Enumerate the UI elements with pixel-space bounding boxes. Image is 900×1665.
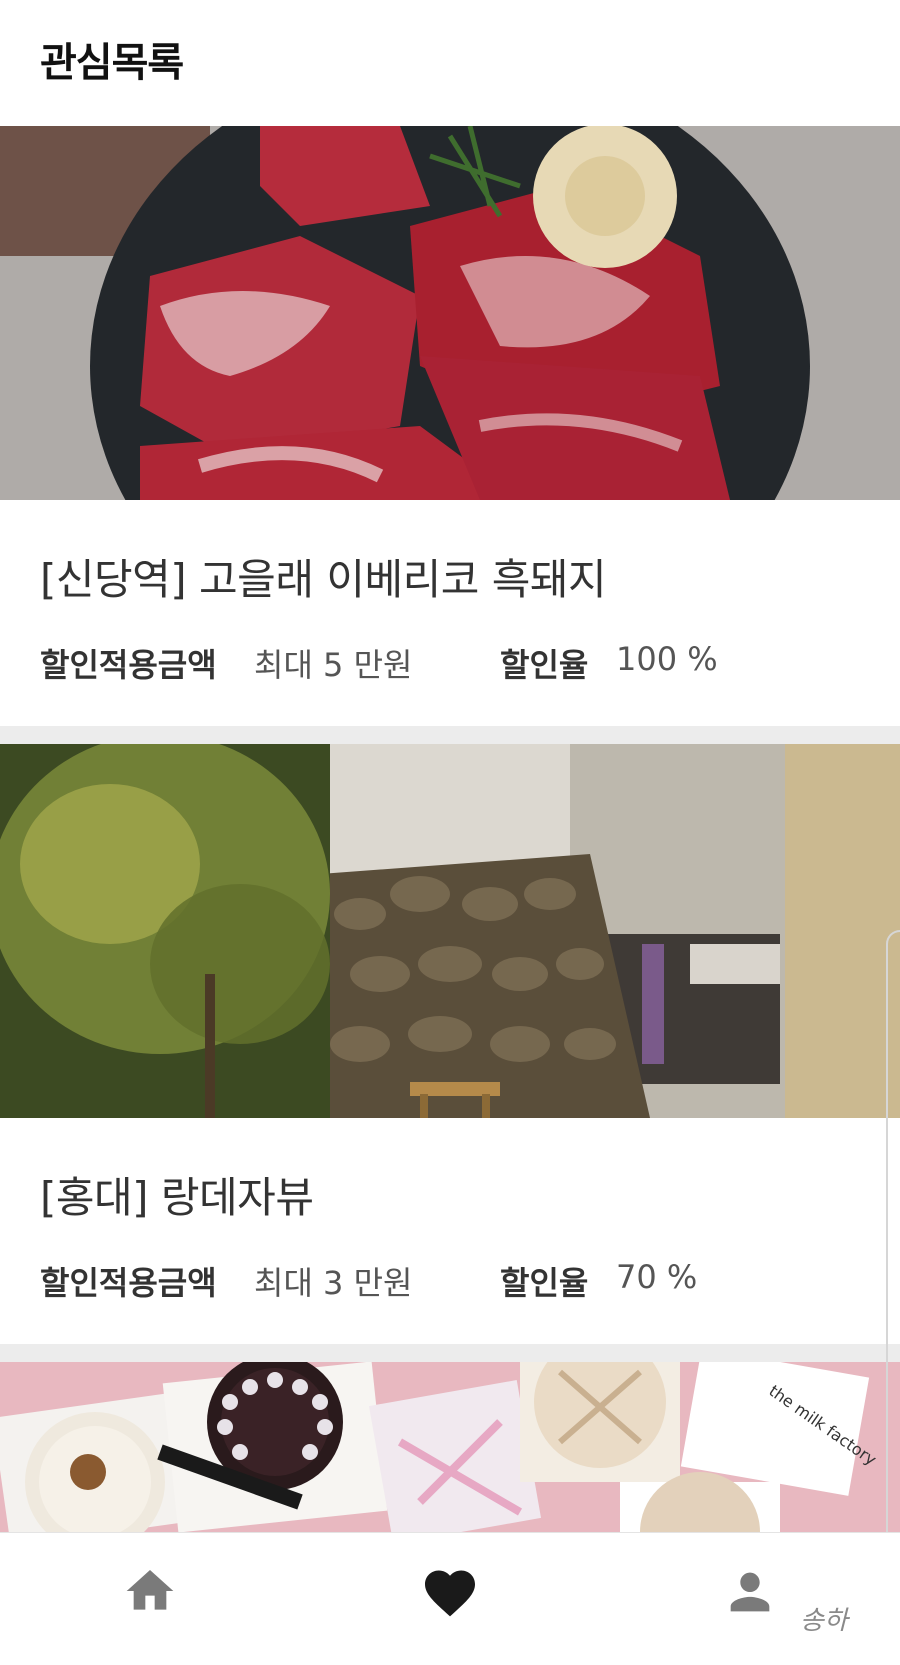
page-title: 관심목록 [40, 40, 184, 86]
store-name: [신당역] 고을래 이베리코 흑돼지 [40, 555, 607, 604]
bottom-navigation [0, 1532, 900, 1665]
scroll-handle[interactable] [886, 930, 900, 1594]
person-icon [730, 1572, 770, 1612]
discount-info: 할인적용금액 최대 3 만원 할인율 70 % [40, 1258, 880, 1302]
discount-amount-value: 최대 5 만원 [254, 646, 413, 684]
store-name: [홍대] 랑데자뷰 [40, 1173, 314, 1222]
discount-amount-label: 할인적용금액 [40, 646, 217, 684]
store-photo[interactable] [0, 126, 900, 500]
discount-rate-value: 100 % [616, 640, 718, 678]
discount-amount-value: 최대 3 만원 [254, 1264, 413, 1302]
heart-icon [425, 1570, 475, 1617]
watermark: 송하 [800, 1606, 848, 1636]
wishlist-card[interactable]: [신당역] 고을래 이베리코 흑돼지 할인적용금액 최대 5 만원 할인율 10… [0, 126, 900, 726]
discount-info: 할인적용금액 최대 5 만원 할인율 100 % [40, 640, 880, 684]
app-header: 관심목록 [0, 0, 900, 126]
discount-rate-value: 70 % [616, 1258, 698, 1296]
nav-profile[interactable] [710, 1563, 790, 1633]
home-icon [126, 1570, 174, 1610]
discount-rate-label: 할인율 [500, 646, 589, 684]
nav-favorites[interactable] [410, 1563, 490, 1633]
store-photo[interactable] [0, 744, 900, 1118]
discount-amount-label: 할인적용금액 [40, 1264, 217, 1302]
nav-home[interactable] [110, 1563, 190, 1633]
wishlist-card[interactable]: the milk factory [0, 1362, 900, 1532]
wishlist-card[interactable]: [홍대] 랑데자뷰 할인적용금액 최대 3 만원 할인율 70 % [0, 744, 900, 1344]
discount-rate-label: 할인율 [500, 1264, 589, 1302]
store-photo[interactable]: the milk factory [0, 1362, 900, 1532]
